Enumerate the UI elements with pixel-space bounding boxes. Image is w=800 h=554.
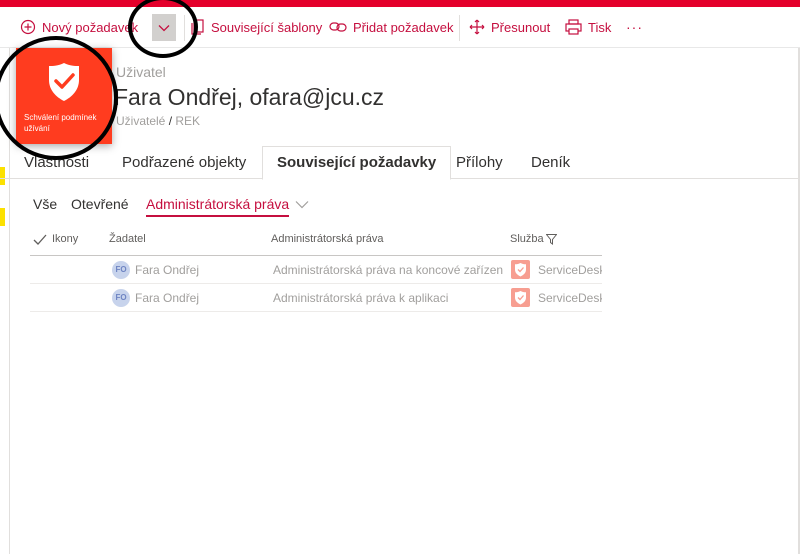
new-request-label: Nový požadavek (42, 19, 139, 35)
print-label: Tisk (588, 19, 612, 35)
command-toolbar: Nový požadavek Související šablony Přida… (0, 7, 800, 48)
new-request-button[interactable]: Nový požadavek (20, 7, 138, 47)
related-templates-button[interactable]: Související šablony (190, 7, 322, 47)
service-icon (511, 288, 530, 307)
service-cell: ServiceDesk (538, 291, 602, 305)
new-request-dropdown-button[interactable] (152, 14, 176, 41)
add-request-label: Přidat požadavek (353, 19, 454, 35)
more-options-button[interactable]: ··· (626, 7, 643, 47)
page-title: Fara Ondřej, ofara@jcu.cz (114, 84, 385, 110)
plus-circle-icon (20, 19, 36, 35)
filter-open[interactable]: Otevřené (71, 196, 129, 212)
record-category: Uživatel (116, 64, 166, 80)
table-row[interactable]: FO Fara Ondřej Administrátorská práva k … (30, 284, 602, 312)
chevron-down-icon (158, 24, 170, 31)
side-marker (0, 208, 5, 226)
shield-check-icon (49, 63, 79, 101)
table-row[interactable]: FO Fara Ondřej Administrátorská práva na… (30, 256, 602, 284)
column-header-requester[interactable]: Žadatel (109, 233, 146, 245)
shield-check-icon (515, 263, 526, 277)
tab-properties[interactable]: Vlastnosti (24, 154, 89, 171)
related-templates-label: Související šablony (211, 19, 323, 35)
avatar: FO (112, 289, 130, 307)
tab-attachments[interactable]: Přílohy (456, 154, 503, 171)
column-header-admin-rights[interactable]: Administrátorská práva (271, 233, 384, 245)
breadcrumb-current[interactable]: REK (175, 114, 200, 128)
column-header-service[interactable]: Služba (510, 233, 544, 245)
print-button[interactable]: Tisk (565, 7, 611, 47)
requester-cell: Fara Ondřej (135, 291, 200, 305)
top-accent-bar (0, 0, 800, 7)
breadcrumb-separator: / (165, 114, 176, 128)
tab-related-requests[interactable]: Související požadavky (262, 146, 452, 180)
chevron-down-icon[interactable] (295, 200, 309, 209)
more-options-label: ··· (626, 19, 643, 35)
printer-icon (565, 19, 582, 35)
filter-icon[interactable] (546, 234, 557, 245)
filter-admin-rights[interactable]: Administrátorská práva (146, 196, 290, 217)
move-button[interactable]: Přesunout (469, 7, 550, 47)
filter-admin-rights-label: Administrátorská práva (146, 196, 290, 212)
admin-rights-cell: Administrátorská práva na koncové zaříze… (273, 263, 503, 277)
move-arrows-icon (469, 19, 485, 35)
select-all-check-icon[interactable] (33, 234, 47, 245)
breadcrumb: Uživatelé / REK (116, 114, 200, 128)
service-icon (511, 260, 530, 279)
shield-check-icon (515, 291, 526, 305)
template-icon (191, 19, 204, 35)
toolbar-divider (459, 15, 460, 41)
move-label: Přesunout (491, 19, 551, 35)
tile-label: Schválení podmínek užívání (24, 113, 97, 133)
service-cell: ServiceDesk (538, 263, 602, 277)
left-panel-edge (0, 48, 10, 554)
column-header-icons[interactable]: Ikony (52, 233, 78, 245)
breadcrumb-parent[interactable]: Uživatelé (116, 114, 165, 128)
tab-child-objects[interactable]: Podřazené objekty (122, 154, 246, 171)
avatar: FO (112, 261, 130, 279)
filter-all[interactable]: Vše (33, 196, 57, 212)
tab-bar: Vlastnosti Podřazené objekty Související… (0, 146, 800, 180)
admin-rights-cell: Administrátorská práva k aplikaci (273, 291, 449, 305)
tab-journal[interactable]: Deník (531, 154, 570, 171)
link-icon (329, 22, 347, 32)
add-request-button[interactable]: Přidat požadavek (329, 7, 453, 47)
toolbar-divider (184, 15, 185, 41)
requester-cell: Fara Ondřej (135, 263, 200, 277)
approval-terms-tile[interactable]: Schválení podmínek užívání (16, 48, 112, 144)
